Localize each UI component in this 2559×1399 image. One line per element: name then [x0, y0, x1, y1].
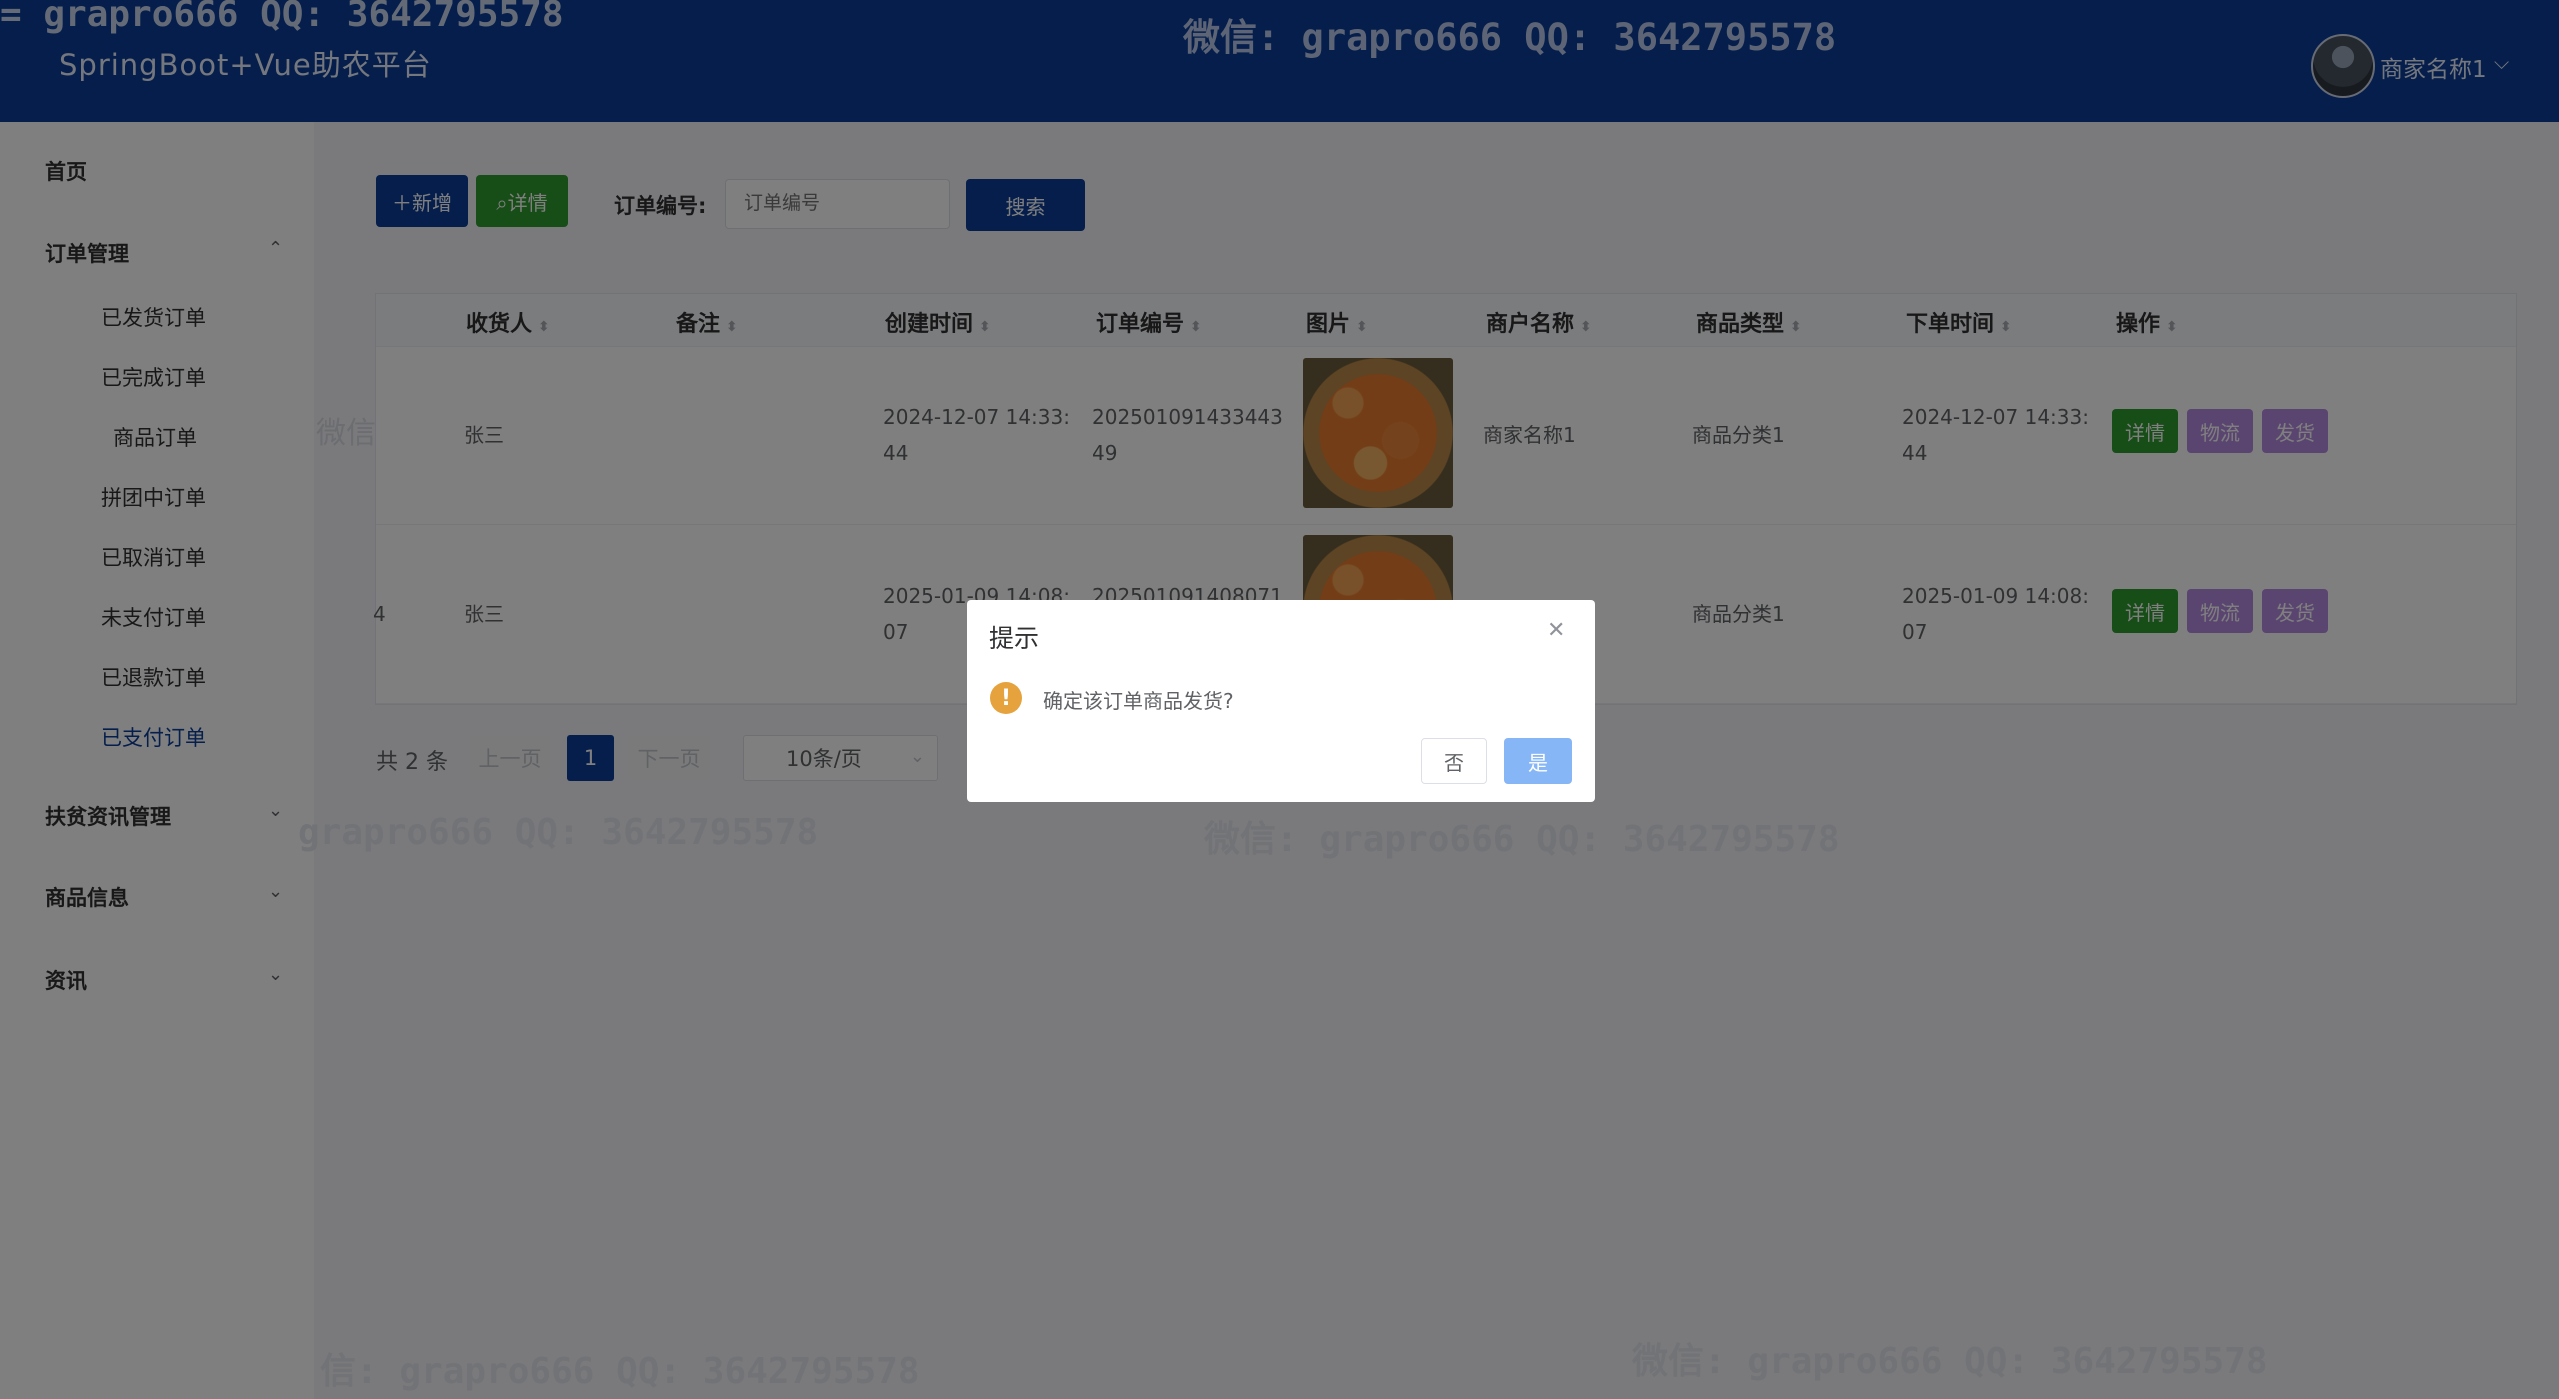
close-icon[interactable]: ✕: [1547, 618, 1565, 643]
confirm-dialog: 提示 ✕ ! 确定该订单商品发货? 否 是: [967, 600, 1595, 802]
warning-icon: !: [990, 682, 1022, 714]
confirm-button[interactable]: 是: [1504, 738, 1572, 784]
dialog-title: 提示: [989, 624, 1040, 653]
dialog-message: 确定该订单商品发货?: [1043, 689, 1234, 713]
cancel-button[interactable]: 否: [1421, 738, 1487, 784]
